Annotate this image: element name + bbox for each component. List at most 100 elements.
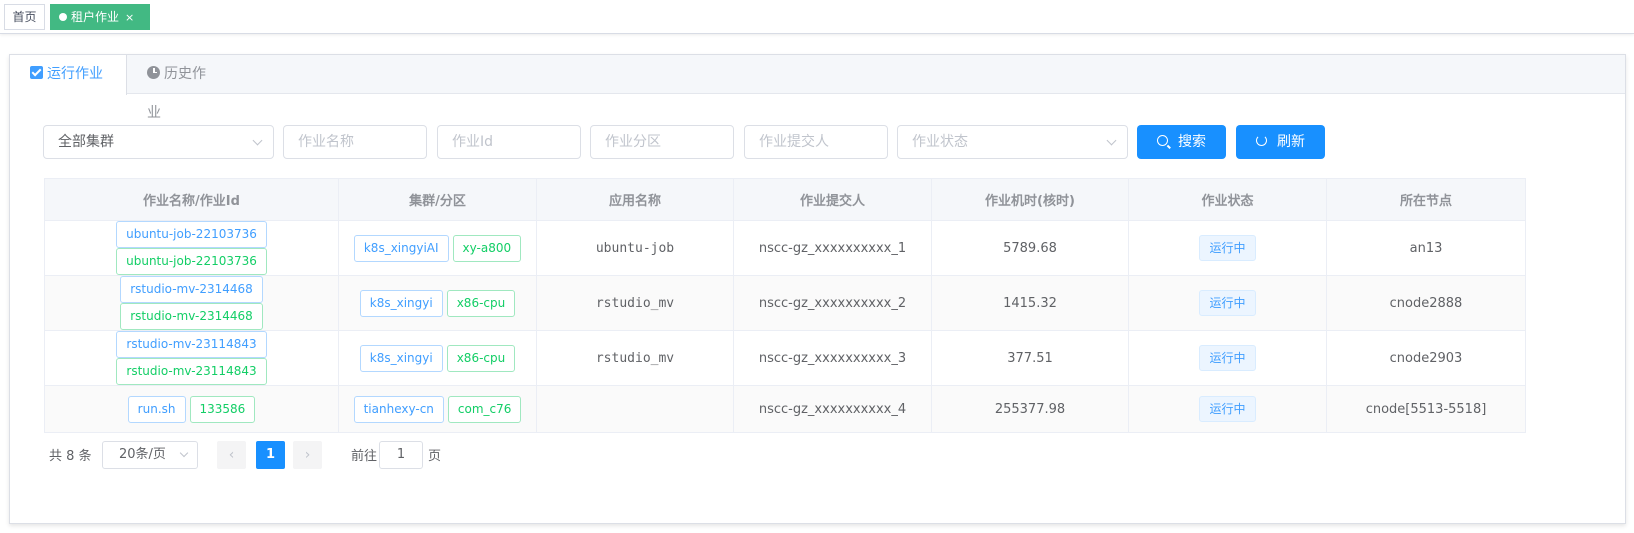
job-name-cell: rstudio-mv-23114843rstudio-mv-23114843 [44, 330, 339, 386]
core-hours-cell: 377.51 [931, 330, 1129, 386]
search-button[interactable]: 搜索 [1137, 125, 1226, 159]
submitter-cell: nscc-gz_xxxxxxxxxx_1 [733, 220, 932, 276]
jobs-card: 运行作业 历史作业 全部集群 作业状态 搜索 刷新 作业名称/作业 [9, 54, 1626, 524]
chevron-down-icon [1106, 135, 1117, 146]
app-name-cell [536, 385, 734, 433]
submitter-cell: nscc-gz_xxxxxxxxxx_2 [733, 275, 932, 331]
goto-label: 前往 [351, 449, 378, 464]
page-size-select[interactable]: 20条/页 [102, 441, 198, 469]
pagination-total: 共 8 条 [49, 449, 92, 464]
partition-input[interactable] [605, 127, 719, 157]
cluster-tag: tianhexy-cn [353, 395, 444, 423]
app-name-cell: rstudio_mv [536, 330, 734, 386]
cluster-cell: k8s_xingyi x86-cpu [338, 330, 537, 386]
core-hours-cell: 255377.98 [931, 385, 1129, 433]
status-badge: 运行中 [1199, 345, 1256, 371]
cluster-tag: k8s_xingyiAI [353, 234, 449, 262]
tab-running-jobs[interactable]: 运行作业 [10, 55, 127, 95]
job-name-tag[interactable]: ubuntu-job-22103736 [116, 221, 267, 248]
job-id-input[interactable] [452, 127, 566, 157]
job-name-input[interactable] [298, 127, 412, 157]
job-id-tag[interactable]: rstudio-mv-2314468 [120, 303, 263, 330]
status-select[interactable]: 作业状态 [897, 125, 1128, 159]
table-row: rstudio-mv-23114843rstudio-mv-23114843 k… [44, 330, 1526, 386]
status-cell: 运行中 [1128, 220, 1327, 276]
pagination: 共 8 条 20条/页 ‹ 1 › 前往 1 页 [10, 439, 1625, 469]
status-cell: 运行中 [1128, 385, 1327, 433]
search-icon [1157, 134, 1168, 146]
job-id-tag[interactable]: 133586 [189, 395, 256, 423]
status-cell: 运行中 [1128, 275, 1327, 331]
clock-icon [147, 65, 160, 79]
job-name-tag[interactable]: run.sh [127, 395, 186, 423]
node-cell: cnode2903 [1326, 330, 1526, 386]
partition-tag: x86-cpu [446, 289, 516, 317]
refresh-button-label: 刷新 [1277, 134, 1305, 150]
checkbox-icon [30, 65, 43, 79]
cluster-cell: k8s_xingyi x86-cpu [338, 275, 537, 331]
prev-page-button[interactable]: ‹ [217, 441, 246, 469]
tags-view-bar: 首页 租户作业 × [0, 0, 1634, 34]
tab-running-jobs-label: 运行作业 [47, 66, 103, 82]
status-badge: 运行中 [1199, 235, 1256, 261]
cluster-cell: tianhexy-cn com_c76 [338, 385, 537, 433]
job-id-tag[interactable]: ubuntu-job-22103736 [116, 248, 267, 275]
page-suffix-label: 页 [428, 449, 442, 464]
chevron-down-icon [252, 135, 263, 146]
node-cell: an13 [1326, 220, 1526, 276]
app-name-cell: ubuntu-job [536, 220, 734, 276]
app-name-cell: rstudio_mv [536, 275, 734, 331]
job-id-field[interactable] [437, 125, 581, 159]
job-id-tag[interactable]: rstudio-mv-23114843 [116, 358, 267, 385]
goto-page-input[interactable]: 1 [379, 441, 423, 469]
status-badge: 运行中 [1199, 396, 1256, 422]
partition-tag: xy-a800 [452, 234, 522, 262]
cluster-select[interactable]: 全部集群 [43, 125, 274, 159]
tag-tenant-jobs[interactable]: 租户作业 × [50, 4, 150, 30]
close-icon[interactable]: × [125, 6, 134, 30]
status-select-placeholder: 作业状态 [912, 134, 968, 150]
tag-tenant-jobs-label: 租户作业 [71, 10, 120, 24]
tabs-header: 运行作业 历史作业 [10, 55, 1625, 121]
table-row: run.sh 133586 tianhexy-cn com_c76 nscc-gz_… [44, 385, 1526, 433]
page-size-value: 20条/页 [119, 447, 166, 462]
tag-home[interactable]: 首页 [4, 4, 45, 30]
column-header: 集群/分区 [338, 178, 537, 221]
table-row: ubuntu-job-22103736ubuntu-job-22103736 k… [44, 220, 1526, 276]
column-header: 作业名称/作业Id [44, 178, 339, 221]
chevron-down-icon [179, 448, 189, 458]
column-header: 作业提交人 [733, 178, 932, 221]
table-header-row: 作业名称/作业Id 集群/分区 应用名称 作业提交人 作业机时(核时) 作业状态… [44, 178, 1526, 221]
core-hours-cell: 5789.68 [931, 220, 1129, 276]
submitter-cell: nscc-gz_xxxxxxxxxx_4 [733, 385, 932, 433]
cluster-tag: k8s_xingyi [359, 344, 443, 372]
job-name-tag[interactable]: rstudio-mv-23114843 [116, 331, 267, 358]
job-name-cell: ubuntu-job-22103736ubuntu-job-22103736 [44, 220, 339, 276]
node-cell: cnode[5513-5518] [1326, 385, 1526, 433]
refresh-icon [1256, 134, 1267, 146]
partition-tag: com_c76 [447, 395, 522, 423]
job-name-tag[interactable]: rstudio-mv-2314468 [120, 276, 263, 303]
search-button-label: 搜索 [1178, 134, 1206, 150]
status-badge: 运行中 [1199, 290, 1256, 316]
submitter-cell: nscc-gz_xxxxxxxxxx_3 [733, 330, 932, 386]
column-header: 所在节点 [1326, 178, 1526, 221]
column-header: 应用名称 [536, 178, 734, 221]
next-page-button[interactable]: › [293, 441, 322, 469]
table-row: rstudio-mv-2314468rstudio-mv-2314468 k8s… [44, 275, 1526, 331]
page-number-1[interactable]: 1 [256, 441, 285, 469]
submitter-field[interactable] [744, 125, 888, 159]
job-name-field[interactable] [283, 125, 427, 159]
refresh-button[interactable]: 刷新 [1236, 125, 1325, 159]
column-header: 作业状态 [1128, 178, 1327, 221]
cluster-select-value: 全部集群 [58, 134, 114, 150]
job-name-cell: rstudio-mv-2314468rstudio-mv-2314468 [44, 275, 339, 331]
status-cell: 运行中 [1128, 330, 1327, 386]
node-cell: cnode2888 [1326, 275, 1526, 331]
job-name-cell: run.sh 133586 [44, 385, 339, 433]
submitter-input[interactable] [759, 127, 873, 157]
core-hours-cell: 1415.32 [931, 275, 1129, 331]
active-dot-icon [59, 12, 67, 21]
tab-history-jobs[interactable]: 历史作业 [127, 55, 237, 121]
partition-field[interactable] [590, 125, 734, 159]
